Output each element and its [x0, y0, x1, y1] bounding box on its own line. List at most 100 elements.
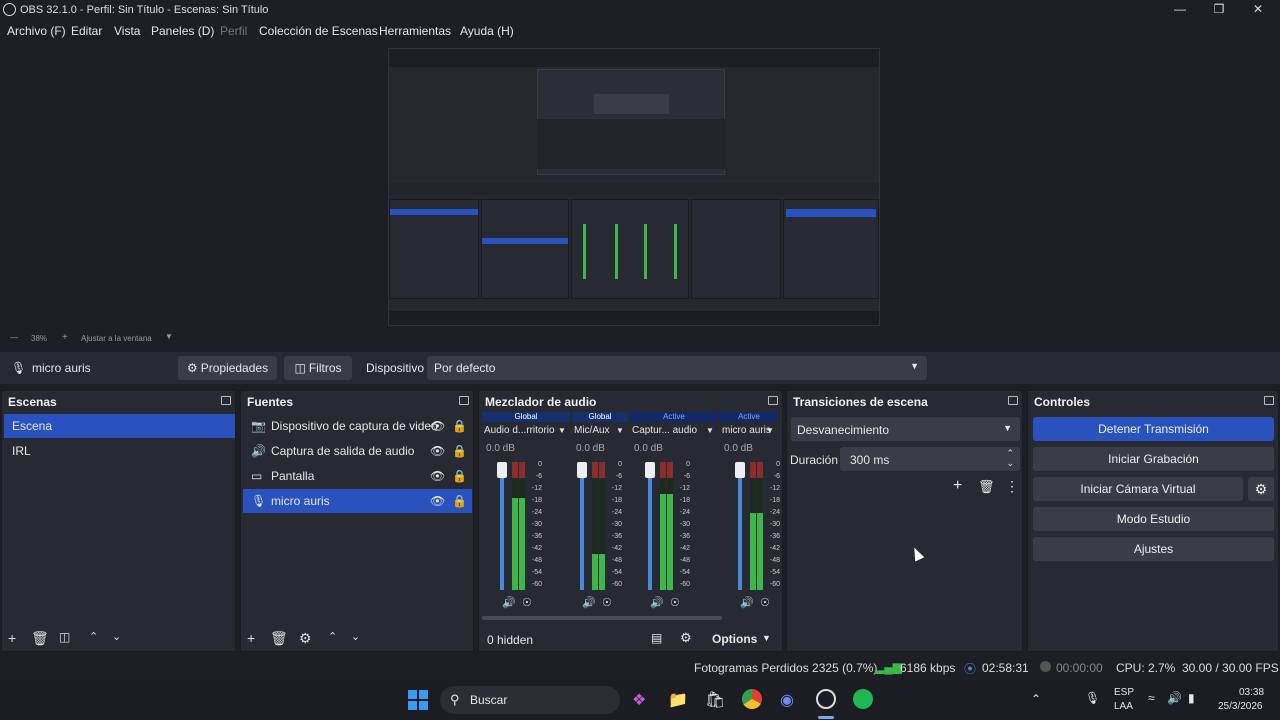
- lang-2[interactable]: LAA: [1114, 701, 1133, 712]
- device-select[interactable]: Por defecto ▼: [427, 356, 927, 380]
- close-icon[interactable]: ✕: [1243, 2, 1273, 18]
- remove-transition-icon[interactable]: 🗑: [978, 479, 995, 495]
- move-up-icon[interactable]: ⌃: [89, 630, 98, 643]
- zoom-in-button[interactable]: +: [62, 332, 68, 343]
- mute-speaker-icon[interactable]: 🔊: [740, 596, 754, 609]
- menu-herramientas[interactable]: Herramientas: [379, 24, 451, 38]
- more-options-icon[interactable]: ⋮: [1005, 478, 1019, 495]
- gear-icon[interactable]: ⚙: [680, 630, 692, 646]
- volume-slider-handle[interactable]: [735, 462, 745, 478]
- options-button[interactable]: Options: [712, 632, 757, 646]
- lock-icon[interactable]: 🔒: [452, 469, 467, 483]
- chevron-down-icon[interactable]: ▼: [706, 426, 714, 435]
- monitor-headphone-icon[interactable]: ☉: [760, 596, 770, 609]
- eye-icon[interactable]: 👁: [430, 469, 445, 483]
- lock-icon[interactable]: 🔒: [452, 444, 467, 458]
- volume-slider-handle[interactable]: [577, 462, 587, 478]
- scene-filters-icon[interactable]: ◫: [59, 630, 70, 644]
- menu-perfil[interactable]: Perfil: [220, 24, 247, 38]
- remove-source-icon[interactable]: 🗑: [270, 630, 288, 647]
- chrome-icon[interactable]: [742, 689, 762, 709]
- lang-1[interactable]: ESP: [1114, 687, 1134, 698]
- volume-slider-handle[interactable]: [645, 462, 655, 478]
- duration-spinbox[interactable]: 300 ms ⌃ ⌄: [840, 447, 1020, 471]
- mute-speaker-icon[interactable]: 🔊: [502, 596, 516, 609]
- battery-icon[interactable]: ▮: [1188, 691, 1195, 705]
- taskbar-search[interactable]: ⚲ Buscar: [440, 686, 620, 714]
- clock-date[interactable]: 25/3/2026: [1218, 701, 1263, 712]
- restore-icon[interactable]: ❐: [1204, 2, 1234, 18]
- store-icon[interactable]: 🛍: [705, 690, 725, 710]
- eye-icon[interactable]: 👁: [430, 419, 445, 433]
- source-properties-gear-icon[interactable]: ⚙: [299, 630, 312, 647]
- menu-archivo[interactable]: Archivo (F): [7, 24, 66, 38]
- studio-mode-button[interactable]: Modo Estudio: [1033, 507, 1274, 531]
- volume-slider-handle[interactable]: [497, 462, 507, 478]
- start-recording-button[interactable]: Iniciar Grabación: [1033, 447, 1274, 471]
- start-virtual-camera-button[interactable]: Iniciar Cámara Virtual: [1033, 477, 1243, 501]
- move-down-icon[interactable]: ⌄: [351, 630, 360, 643]
- menu-coleccion-escenas[interactable]: Colección de Escenas: [259, 24, 378, 38]
- float-icon[interactable]: [1008, 396, 1018, 405]
- clock-time[interactable]: 03:38: [1239, 687, 1264, 698]
- filters-button[interactable]: ◫ Filtros: [284, 356, 352, 380]
- scene-item[interactable]: Escena: [4, 414, 235, 438]
- add-transition-icon[interactable]: +: [953, 477, 962, 495]
- device-select-value: Por defecto: [434, 361, 496, 375]
- add-source-icon[interactable]: +: [247, 630, 255, 646]
- obs-taskbar-icon[interactable]: [816, 689, 836, 709]
- menu-vista[interactable]: Vista: [114, 24, 140, 38]
- zoom-dropdown-chevron-icon[interactable]: ▼: [165, 332, 173, 341]
- chevron-down-icon[interactable]: ⌄: [1006, 458, 1014, 469]
- menu-paneles[interactable]: Paneles (D): [151, 24, 214, 38]
- eye-icon[interactable]: 👁: [430, 494, 445, 508]
- properties-button[interactable]: ⚙ Propiedades: [178, 356, 277, 380]
- windows-start-icon[interactable]: [408, 690, 428, 710]
- zoom-fit-label[interactable]: Ajustar a la ventana: [81, 334, 152, 343]
- lock-icon[interactable]: 🔒: [452, 494, 467, 508]
- stop-streaming-button[interactable]: Detener Transmisión: [1033, 417, 1274, 441]
- float-icon[interactable]: [221, 396, 231, 405]
- chevron-down-icon[interactable]: ▼: [616, 426, 624, 435]
- mute-speaker-icon[interactable]: 🔊: [582, 596, 596, 609]
- chevron-down-icon[interactable]: ▼: [766, 426, 774, 435]
- menu-editar[interactable]: Editar: [71, 24, 102, 38]
- copilot-icon[interactable]: ❖: [632, 690, 646, 710]
- minimize-icon[interactable]: —: [1165, 2, 1195, 18]
- transition-select[interactable]: Desvanecimiento ▼: [791, 417, 1020, 441]
- volume-slider[interactable]: [648, 462, 652, 590]
- layout-icon[interactable]: ▤: [651, 631, 662, 645]
- volume-slider[interactable]: [738, 462, 742, 590]
- mute-speaker-icon[interactable]: 🔊: [650, 596, 664, 609]
- monitor-headphone-icon[interactable]: ☉: [602, 596, 612, 609]
- lock-icon[interactable]: 🔒: [452, 419, 467, 433]
- scene-item[interactable]: IRL: [4, 439, 235, 463]
- wifi-icon[interactable]: ≈: [1148, 691, 1155, 705]
- volume-icon[interactable]: 🔊: [1167, 691, 1182, 705]
- spotify-icon[interactable]: [853, 689, 873, 709]
- file-explorer-icon[interactable]: 📁: [668, 690, 688, 710]
- menu-ayuda[interactable]: Ayuda (H): [460, 24, 514, 38]
- discord-icon[interactable]: ◉: [780, 690, 794, 710]
- add-scene-icon[interactable]: +: [8, 630, 16, 646]
- float-icon[interactable]: [459, 396, 469, 405]
- chevron-up-icon[interactable]: ⌃: [1031, 692, 1041, 706]
- eye-icon[interactable]: 👁: [430, 444, 445, 458]
- microphone-icon[interactable]: 🎙: [1085, 691, 1100, 705]
- move-down-icon[interactable]: ⌄: [112, 630, 121, 643]
- monitor-headphone-icon[interactable]: ☉: [670, 596, 680, 609]
- volume-slider[interactable]: [580, 462, 584, 590]
- mixer-scrollbar[interactable]: [482, 616, 722, 620]
- zoom-out-button[interactable]: —: [10, 333, 18, 342]
- volume-slider[interactable]: [500, 462, 504, 590]
- float-icon[interactable]: [1264, 396, 1274, 405]
- monitor-headphone-icon[interactable]: ☉: [522, 596, 532, 609]
- float-icon[interactable]: [768, 396, 778, 405]
- channel-tag: Active: [630, 412, 718, 422]
- virtual-camera-gear-icon[interactable]: ⚙: [1248, 477, 1274, 501]
- settings-button[interactable]: Ajustes: [1033, 537, 1274, 561]
- move-up-icon[interactable]: ⌃: [328, 630, 337, 643]
- chevron-down-icon[interactable]: ▼: [558, 426, 566, 435]
- db-scale-tick: -6: [615, 473, 622, 480]
- remove-scene-icon[interactable]: 🗑: [31, 630, 49, 647]
